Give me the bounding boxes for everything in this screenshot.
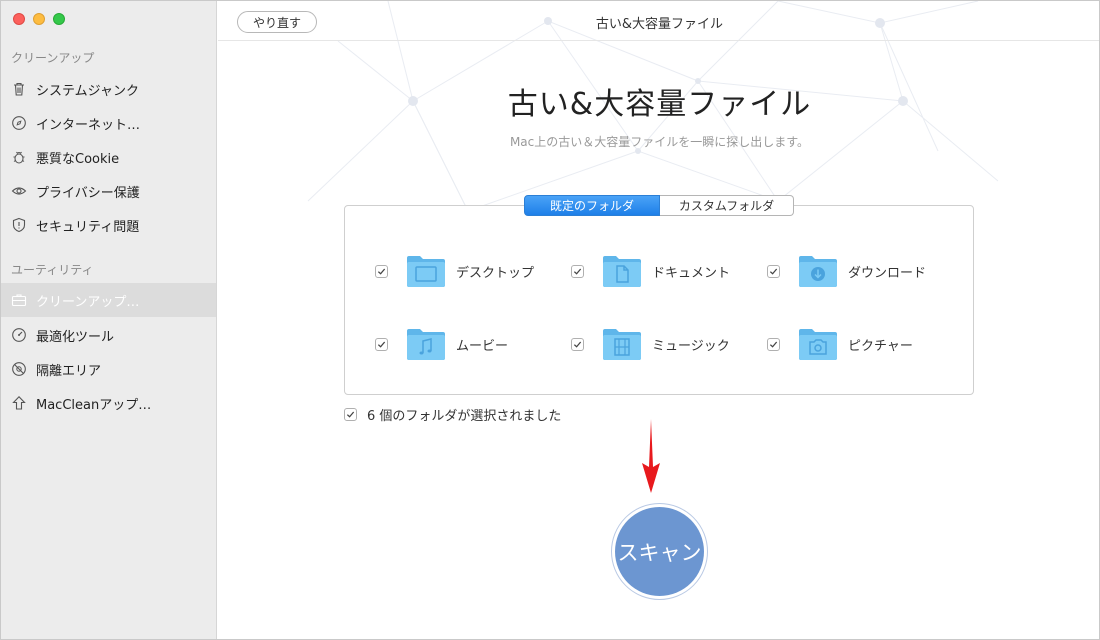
folder-label: ドキュメント <box>652 265 731 281</box>
sidebar-item-privacy[interactable]: プライバシー保護 <box>1 174 216 208</box>
folder-checkbox[interactable] <box>375 264 388 278</box>
sidebar-item-update[interactable]: MacCleanアップ… <box>1 386 216 420</box>
sidebar: クリーンアップ システムジャンク インターネット… 悪質なCookie プライバ… <box>1 1 217 639</box>
page-title: 古い&大容量ファイル <box>507 87 812 122</box>
close-window-button[interactable] <box>13 13 25 25</box>
sidebar-item-label: セキュリティ問題 <box>36 219 140 235</box>
folder-label: ミュージック <box>652 338 730 354</box>
sidebar-item-cleanup-active[interactable]: クリーンアップ… <box>1 283 216 317</box>
scan-button[interactable]: スキャン <box>611 503 708 600</box>
folder-label: ピクチャー <box>848 338 913 354</box>
folder-label: ダウンロード <box>848 265 927 281</box>
documents-folder-icon <box>603 256 641 287</box>
page-subtitle: Mac上の古い＆大容量ファイルを一瞬に探し出します。 <box>509 135 810 149</box>
sidebar-item-quarantine[interactable]: 隔離エリア <box>1 352 216 386</box>
sidebar-item-label: システムジャンク <box>36 83 139 99</box>
selected-folders-count: 6 個のフォルダが選択されました <box>367 409 562 424</box>
folder-item-desktop[interactable]: デスクトップ <box>375 251 534 291</box>
sidebar-item-label: 悪質なCookie <box>36 151 120 167</box>
folder-checkbox[interactable] <box>571 337 584 351</box>
sidebar-item-label: MacCleanアップ… <box>36 397 152 413</box>
red-arrow-annotation <box>642 419 660 493</box>
sidebar-section-utility-title: ユーティリティ <box>11 263 94 277</box>
pictures-folder-icon <box>799 329 837 360</box>
desktop-folder-icon <box>407 256 445 287</box>
compass-icon <box>11 115 27 131</box>
folder-checkbox[interactable] <box>571 264 584 278</box>
scan-button-label: スキャン <box>615 507 704 596</box>
sidebar-item-label: 隔離エリア <box>36 363 102 379</box>
sidebar-item-malicious-cookie[interactable]: 悪質なCookie <box>1 140 216 174</box>
folder-checkbox[interactable] <box>767 337 780 351</box>
upload-arrow-icon <box>11 395 27 411</box>
folder-checkbox[interactable] <box>767 264 780 278</box>
sidebar-item-label: クリーンアップ… <box>36 294 140 310</box>
title-bar: やり直す 古い&大容量ファイル <box>218 1 1099 41</box>
tab-custom-folders[interactable]: カスタムフォルダ <box>660 195 794 216</box>
select-all-checkbox[interactable] <box>344 408 357 421</box>
window-controls <box>13 13 65 25</box>
sidebar-item-optimizer[interactable]: 最適化ツール <box>1 318 216 352</box>
sidebar-item-system-junk[interactable]: システムジャンク <box>1 72 216 106</box>
folder-tabs: 既定のフォルダ カスタムフォルダ <box>524 195 794 216</box>
movies-folder-icon <box>407 329 445 360</box>
sidebar-item-label: プライバシー保護 <box>36 185 140 201</box>
sidebar-item-label: 最適化ツール <box>36 329 115 345</box>
folder-item-movies[interactable]: ムービー <box>375 324 508 364</box>
quarantine-icon <box>11 361 27 377</box>
sidebar-item-label: インターネット… <box>36 117 141 133</box>
shield-icon <box>11 217 27 233</box>
folder-selection-panel: デスクトップ ドキュメント ダウンロード ムービー ミュージック ピクチャー <box>344 205 974 395</box>
tab-default-folders[interactable]: 既定のフォルダ <box>524 195 660 216</box>
music-folder-icon <box>603 329 641 360</box>
folder-label: デスクトップ <box>456 265 535 281</box>
eye-icon <box>11 183 27 199</box>
minimize-window-button[interactable] <box>33 13 45 25</box>
sidebar-item-security[interactable]: セキュリティ問題 <box>1 208 216 242</box>
maximize-window-button[interactable] <box>53 13 65 25</box>
folder-item-documents[interactable]: ドキュメント <box>571 251 730 291</box>
folder-item-downloads[interactable]: ダウンロード <box>767 251 926 291</box>
sidebar-item-internet[interactable]: インターネット… <box>1 106 216 140</box>
gauge-icon <box>11 327 27 343</box>
app-window: クリーンアップ システムジャンク インターネット… 悪質なCookie プライバ… <box>0 0 1100 640</box>
folder-item-music[interactable]: ミュージック <box>571 324 730 364</box>
main-content: やり直す 古い&大容量ファイル 古い&大容量ファイル Mac上の古い＆大容量ファ… <box>218 1 1099 639</box>
folder-checkbox[interactable] <box>375 337 388 351</box>
trash-icon <box>11 81 27 97</box>
briefcase-icon <box>11 292 27 308</box>
selected-folders-row: 6 個のフォルダが選択されました <box>344 405 561 424</box>
folder-label: ムービー <box>456 338 509 354</box>
window-title: 古い&大容量ファイル <box>595 17 724 32</box>
sidebar-section-cleanup-title: クリーンアップ <box>11 51 95 65</box>
downloads-folder-icon <box>799 256 837 287</box>
folder-item-pictures[interactable]: ピクチャー <box>767 324 913 364</box>
bug-icon <box>11 149 27 165</box>
